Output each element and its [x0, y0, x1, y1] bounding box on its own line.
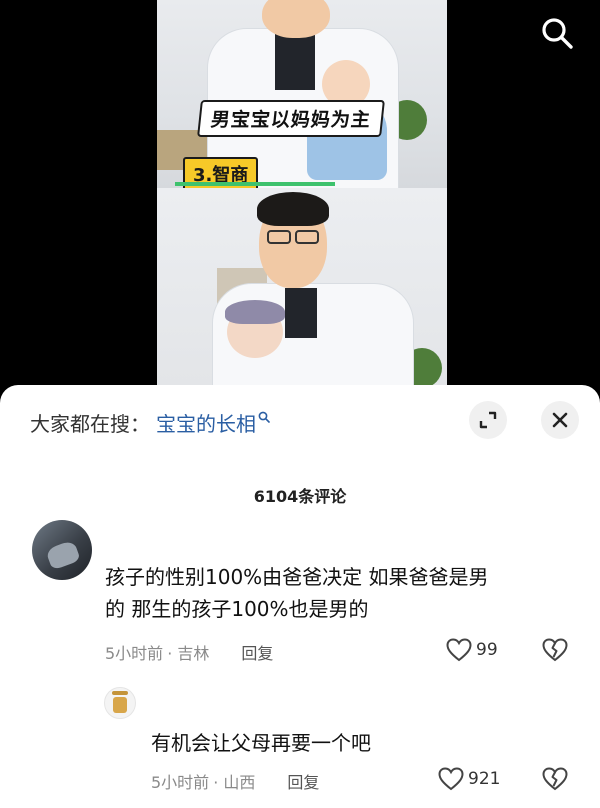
avatar-figure-top [112, 691, 128, 695]
close-button[interactable] [541, 401, 579, 439]
reply-comment-text: 有机会让父母再要一个吧 [151, 731, 371, 755]
avatar[interactable] [32, 520, 92, 580]
comment-time: 5小时前 [105, 644, 164, 663]
doctor-shirt [275, 30, 315, 90]
comment-count: 6104条评论 [253, 487, 347, 506]
comment-meta: 5小时前 · 吉林 回复 [105, 640, 273, 664]
comment-location: · 吉林 [167, 644, 210, 663]
doctor-glasses-right [295, 230, 319, 244]
video-frame-top: 男宝宝以妈妈为主 3.智商 [157, 0, 447, 200]
expand-button[interactable] [469, 401, 507, 439]
trending-search-link[interactable]: 宝宝的长相 [156, 408, 256, 437]
doctor-shirt [285, 288, 317, 338]
close-icon [552, 412, 568, 428]
avatar[interactable] [104, 687, 136, 719]
like-count: 99 [476, 640, 498, 660]
broken-heart-icon [542, 638, 568, 662]
baby-doll-hair [225, 300, 285, 324]
doctor-glasses-left [267, 230, 291, 244]
comment-text-line: 孩子的性别100%由爸爸决定 如果爸爸是男 [105, 565, 489, 589]
dislike-button[interactable] [541, 767, 569, 795]
video-frame-bottom [157, 188, 447, 385]
reply-button[interactable]: 回复 [287, 769, 319, 793]
comment-time: 5小时前 [151, 773, 210, 792]
search-button[interactable] [534, 10, 580, 56]
video-caption: 男宝宝以妈妈为主 [197, 100, 385, 137]
doctor-head [262, 0, 330, 38]
search-icon [258, 411, 270, 423]
avatar-figure [45, 539, 81, 571]
doctor-hair [257, 192, 329, 226]
broken-heart-icon [542, 767, 568, 791]
trending-search-label: 大家都在搜： [30, 411, 150, 436]
video-player[interactable]: 男宝宝以妈妈为主 3.智商 [157, 0, 447, 385]
comment-text: 孩子的性别100%由爸爸决定 如果爸爸是男 的 那生的孩子100%也是男的 [105, 561, 575, 625]
search-icon [542, 18, 573, 49]
video-tag-underline [175, 182, 335, 186]
comment-location: · 山西 [213, 773, 256, 792]
dislike-button[interactable] [541, 638, 569, 666]
expand-icon [479, 411, 497, 429]
heart-icon [446, 638, 472, 662]
reply-comment-meta: 5小时前 · 山西 回复 [151, 769, 319, 793]
avatar-figure [113, 697, 127, 713]
comment-text-line: 的 那生的孩子100%也是男的 [105, 597, 369, 621]
like-button[interactable]: 921 [438, 767, 500, 791]
like-count: 921 [468, 769, 501, 789]
like-button[interactable]: 99 [446, 638, 498, 662]
reply-button[interactable]: 回复 [241, 640, 273, 664]
trending-search-row: 大家都在搜： 宝宝的长相 [30, 407, 270, 437]
heart-icon [438, 767, 464, 791]
